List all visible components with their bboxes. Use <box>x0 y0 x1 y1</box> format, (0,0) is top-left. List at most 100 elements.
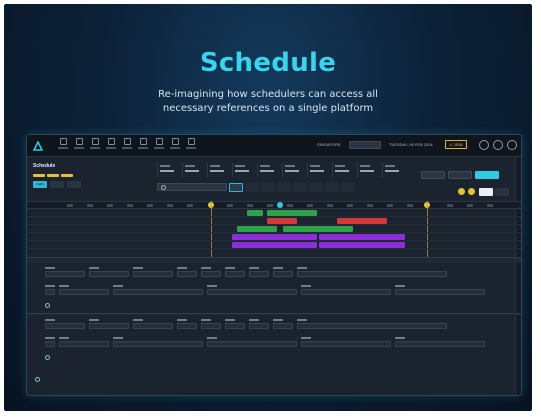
avatar[interactable] <box>467 187 476 196</box>
toolbar-tool-8[interactable] <box>169 138 181 153</box>
header-field <box>157 163 179 177</box>
right-side-panel[interactable] <box>515 157 521 395</box>
field-input[interactable] <box>207 341 297 347</box>
form-field <box>45 285 55 297</box>
top-bar: SINGAPORE TUESDAY, 06 FEB 2024 ⚠ 1036 <box>27 135 521 157</box>
help-icon[interactable] <box>479 140 489 150</box>
add-icon[interactable] <box>45 303 50 308</box>
field-input[interactable] <box>273 271 293 277</box>
field-input[interactable] <box>201 323 221 329</box>
gantt-bar[interactable] <box>247 210 263 216</box>
action-button-1[interactable] <box>421 171 445 179</box>
toolbar-tool-4[interactable] <box>105 138 117 153</box>
day-tab[interactable] <box>325 183 339 192</box>
field-input[interactable] <box>177 271 197 277</box>
action-button-2[interactable] <box>448 171 472 179</box>
field-input[interactable] <box>201 271 221 277</box>
env-select[interactable] <box>349 141 381 149</box>
form-field <box>177 319 197 331</box>
field-input[interactable] <box>249 271 269 277</box>
hero-subtitle: Re-imagining how schedulers can access a… <box>158 89 378 114</box>
gantt-bar[interactable] <box>319 234 405 240</box>
form-section-header <box>27 257 521 263</box>
toolbar-tool-6[interactable] <box>137 138 149 153</box>
day-tab[interactable] <box>341 183 355 192</box>
field-input[interactable] <box>249 323 269 329</box>
toolbar-tool-9[interactable] <box>185 138 197 153</box>
gantt-bar[interactable] <box>267 210 317 216</box>
field-input[interactable] <box>133 323 173 329</box>
gantt-bar[interactable] <box>267 218 297 224</box>
field-input[interactable] <box>59 341 109 347</box>
toolbar-tool-5[interactable] <box>121 138 133 153</box>
toolbar-tool-1[interactable] <box>57 138 69 153</box>
field-input[interactable] <box>395 341 485 347</box>
toolbar-tool-3[interactable] <box>89 138 101 153</box>
field-input[interactable] <box>225 323 245 329</box>
current-time-marker[interactable] <box>277 202 283 208</box>
day-tab[interactable] <box>293 183 307 192</box>
toolbar-tool-2[interactable] <box>73 138 85 153</box>
gantt-bar[interactable] <box>283 226 353 232</box>
gantt-bar[interactable] <box>232 242 317 248</box>
gantt-bar[interactable] <box>337 218 387 224</box>
gantt-bar[interactable] <box>319 242 405 248</box>
day-tab[interactable] <box>229 183 243 192</box>
header-field <box>282 163 304 177</box>
form-field <box>59 337 109 349</box>
day-tab[interactable] <box>261 183 275 192</box>
field-input[interactable] <box>45 341 55 347</box>
field-input[interactable] <box>133 271 173 277</box>
avatar[interactable] <box>457 187 466 196</box>
tag <box>61 174 73 177</box>
notification-icon[interactable] <box>493 140 503 150</box>
form-field <box>395 337 485 349</box>
day-tabs <box>229 183 355 192</box>
hero-title: Schedule <box>199 48 337 78</box>
day-tab[interactable] <box>277 183 291 192</box>
warning-badge[interactable]: ⚠ 1036 <box>445 140 467 149</box>
gantt-bar[interactable] <box>232 234 317 240</box>
field-input[interactable] <box>207 289 297 295</box>
settings-icon <box>171 138 179 145</box>
field-input[interactable] <box>113 289 203 295</box>
field-input[interactable] <box>45 289 55 295</box>
form-field <box>297 319 447 331</box>
user-icon <box>155 138 163 145</box>
form-field <box>133 319 173 331</box>
field-input[interactable] <box>225 271 245 277</box>
field-input[interactable] <box>273 323 293 329</box>
field-input[interactable] <box>395 289 485 295</box>
field-input[interactable] <box>45 271 85 277</box>
day-tab[interactable] <box>309 183 323 192</box>
add-icon[interactable] <box>35 377 40 382</box>
field-input[interactable] <box>297 323 447 329</box>
field-input[interactable] <box>59 289 109 295</box>
schedule-header: Schedule Flight <box>33 163 81 188</box>
view-toggle-1[interactable] <box>479 188 493 196</box>
form-field <box>249 319 269 331</box>
action-buttons <box>421 171 499 179</box>
profile-icon[interactable] <box>507 140 517 150</box>
form-field <box>301 285 391 297</box>
header-field <box>232 163 254 177</box>
tab-2[interactable] <box>50 181 64 188</box>
toolbar-tool-7[interactable] <box>153 138 165 153</box>
tab-3[interactable] <box>67 181 81 188</box>
search-input[interactable] <box>157 183 227 191</box>
gantt-bar[interactable] <box>237 226 277 232</box>
primary-action-button[interactable] <box>475 171 499 179</box>
field-input[interactable] <box>301 341 391 347</box>
field-input[interactable] <box>113 341 203 347</box>
field-input[interactable] <box>301 289 391 295</box>
field-input[interactable] <box>177 323 197 329</box>
field-input[interactable] <box>297 271 447 277</box>
day-tab[interactable] <box>245 183 259 192</box>
add-icon[interactable] <box>45 355 50 360</box>
tab-1[interactable]: Flight <box>33 181 47 188</box>
field-input[interactable] <box>89 271 129 277</box>
field-input[interactable] <box>45 323 85 329</box>
field-input[interactable] <box>89 323 129 329</box>
form-field <box>207 337 297 349</box>
view-toggle-2[interactable] <box>495 188 509 196</box>
